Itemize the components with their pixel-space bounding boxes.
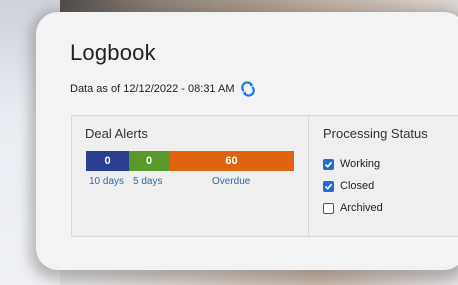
alert-label-10-days[interactable]: 10 days (89, 176, 124, 187)
deal-alerts-title: Deal Alerts (85, 126, 148, 141)
checkbox-working[interactable] (323, 158, 334, 170)
checkbox-closed[interactable] (323, 180, 334, 192)
status-label-working: Working (340, 158, 381, 170)
as-of-text: Data as of 12/12/2022 - 08:31 AM (70, 83, 235, 95)
status-label-archived: Archived (340, 202, 383, 214)
page-title: Logbook (70, 40, 156, 65)
alert-label-5-days[interactable]: 5 days (133, 176, 162, 187)
alert-bar-10-days[interactable]: 0 (86, 151, 129, 171)
checkbox-archived[interactable] (323, 202, 334, 214)
refresh-icon[interactable] (240, 81, 256, 97)
status-option-closed[interactable]: Closed (323, 180, 374, 192)
status-label-closed: Closed (340, 180, 375, 192)
alert-bar-5-days[interactable]: 0 (129, 151, 169, 171)
processing-status-title: Processing Status (323, 126, 428, 141)
alert-label-overdue[interactable]: Overdue (212, 176, 250, 187)
alert-bar-overdue[interactable]: 60 (169, 151, 294, 171)
status-option-working[interactable]: Working (323, 158, 380, 170)
data-as-of: Data as of 12/12/2022 - 08:31 AM (70, 81, 256, 97)
panel-divider (308, 116, 309, 236)
status-option-archived[interactable]: Archived (323, 202, 383, 214)
